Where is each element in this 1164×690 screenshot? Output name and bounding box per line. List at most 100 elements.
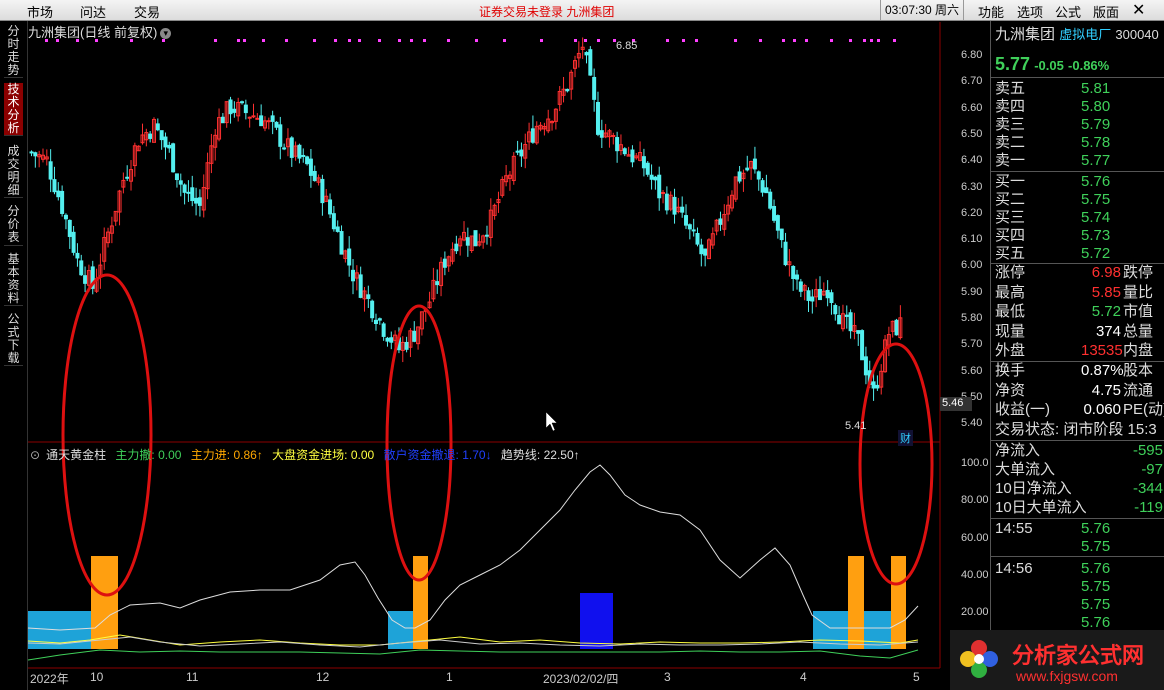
candle-body — [772, 205, 777, 221]
bar-orange-4 — [891, 556, 906, 649]
candle-body — [251, 115, 256, 118]
bar-orange-1 — [91, 556, 118, 649]
indicator-bars — [28, 556, 906, 649]
candle-body — [454, 243, 459, 252]
menu-wenda[interactable]: 问达 — [80, 2, 106, 21]
candle-body — [393, 334, 398, 341]
candle-body — [714, 219, 719, 232]
price-change-pct: -0.86% — [1068, 58, 1110, 73]
candle-body — [148, 133, 153, 139]
indicator-item-main-out: 主力撤: 0.00 — [115, 448, 182, 462]
tab-price-table[interactable]: 分价表 — [4, 205, 23, 246]
flow-label: 净流入 — [995, 442, 1041, 459]
price-tick-label: 5.60 — [961, 364, 983, 377]
candle-body — [140, 134, 145, 144]
time-tick-label: 2023/02/02/四 — [543, 672, 619, 686]
indicator-tick-label: 100.0 — [961, 457, 989, 469]
candle-body — [603, 132, 608, 138]
candle-body — [163, 136, 168, 148]
signal-dot — [313, 39, 316, 42]
close-icon[interactable]: ✕ — [1132, 0, 1145, 20]
candle-body — [565, 88, 570, 92]
tab-transactions[interactable]: 成交明细 — [4, 145, 23, 198]
tab-technical[interactable]: 技术分析 — [4, 83, 23, 136]
indicator-item-market-in: 大盘资金进场: 0.00 — [272, 448, 375, 462]
menu-options[interactable]: 选项 — [1017, 2, 1043, 21]
bar-blue-4 — [864, 611, 891, 649]
tick-row: 14:56 5.76 — [995, 559, 1163, 578]
menu-formula[interactable]: 公式 — [1055, 2, 1081, 21]
candle-body — [825, 289, 830, 299]
tab-formula-download[interactable]: 公式下载 — [4, 313, 23, 366]
candle-body — [381, 323, 386, 337]
logo-text: 分析家公式网 — [1012, 643, 1145, 668]
candle-body — [764, 187, 769, 194]
signal-dot — [475, 39, 478, 42]
candle-body — [396, 337, 401, 351]
candle-body — [236, 101, 241, 117]
menu-trade[interactable]: 交易 — [134, 2, 160, 21]
time-tick-label: 5 — [913, 670, 920, 684]
tab-intraday[interactable]: 分时走势 — [4, 25, 23, 78]
signal-dot — [447, 39, 450, 42]
candle-body — [113, 210, 118, 222]
candle-body — [209, 145, 214, 164]
concept-tag[interactable]: 虚拟电厂 — [1059, 27, 1111, 42]
chevron-down-icon[interactable]: ▾ — [160, 28, 172, 40]
ask-price: 5.80 — [1081, 98, 1111, 115]
stat-label: 现量 — [995, 322, 1026, 340]
stat-label: 最低 — [995, 303, 1026, 320]
financial-badge[interactable]: 财 — [898, 430, 913, 446]
candle-body — [151, 118, 156, 143]
menu-market[interactable]: 市场 — [27, 2, 53, 21]
candle-body — [504, 175, 509, 183]
candle-body — [33, 152, 38, 157]
candle-body — [569, 71, 574, 90]
signal-dot — [849, 39, 852, 42]
candle-body — [335, 226, 340, 232]
stat2-value: 4.75 — [1091, 381, 1121, 399]
time-tick-label: 2022年 — [30, 672, 69, 686]
candle-body — [511, 155, 516, 182]
candle-body — [618, 144, 623, 152]
candle-body — [439, 261, 444, 287]
ask-row: 卖二 5.78 — [995, 133, 1163, 152]
indicator-toggle-icon[interactable]: ⊙ — [30, 448, 40, 462]
candle-body — [102, 237, 107, 262]
candle-body — [638, 152, 643, 161]
tick-separator — [991, 556, 1164, 557]
bar-darkblue-1 — [580, 593, 613, 649]
candle-body — [611, 134, 616, 137]
bar-blue-3 — [813, 611, 848, 649]
candle-body — [488, 209, 493, 238]
flow-row: 大单流入 -97 — [995, 460, 1163, 479]
candle-body — [331, 213, 336, 230]
menu-layout[interactable]: 版面 — [1093, 2, 1119, 21]
candle-body — [270, 115, 275, 122]
stat-value: 6.98 — [1091, 264, 1121, 281]
stat2-value: 0.87% — [1081, 362, 1124, 379]
ask-price: 5.78 — [1081, 134, 1111, 151]
signal-dot — [863, 39, 866, 42]
candle-body — [44, 156, 49, 160]
candle-body — [527, 131, 532, 143]
candle-body — [745, 167, 750, 171]
menu-bar: 市场 问达 交易 证券交易未登录 九洲集团 03:07:30 周六 功能 选项 … — [0, 0, 1164, 21]
candle-body — [469, 235, 474, 251]
candle-body — [377, 318, 382, 321]
tab-fundamentals[interactable]: 基本资料 — [4, 253, 23, 306]
ask-row: 卖五 5.81 — [995, 79, 1163, 98]
candle-body — [630, 149, 635, 163]
flow-label: 10日大单流入 — [995, 499, 1087, 516]
bar-orange-2 — [413, 556, 428, 649]
price-tick-label: 6.60 — [961, 101, 983, 114]
candle-body — [626, 154, 631, 157]
white-line-2 — [27, 636, 919, 648]
candle-body — [634, 155, 639, 159]
signal-dot — [348, 39, 351, 42]
yellow-line — [27, 634, 919, 646]
menu-function[interactable]: 功能 — [978, 2, 1004, 21]
candle-body — [63, 214, 68, 220]
candle-body — [259, 115, 264, 127]
tick-time: 14:55 — [995, 520, 1033, 537]
